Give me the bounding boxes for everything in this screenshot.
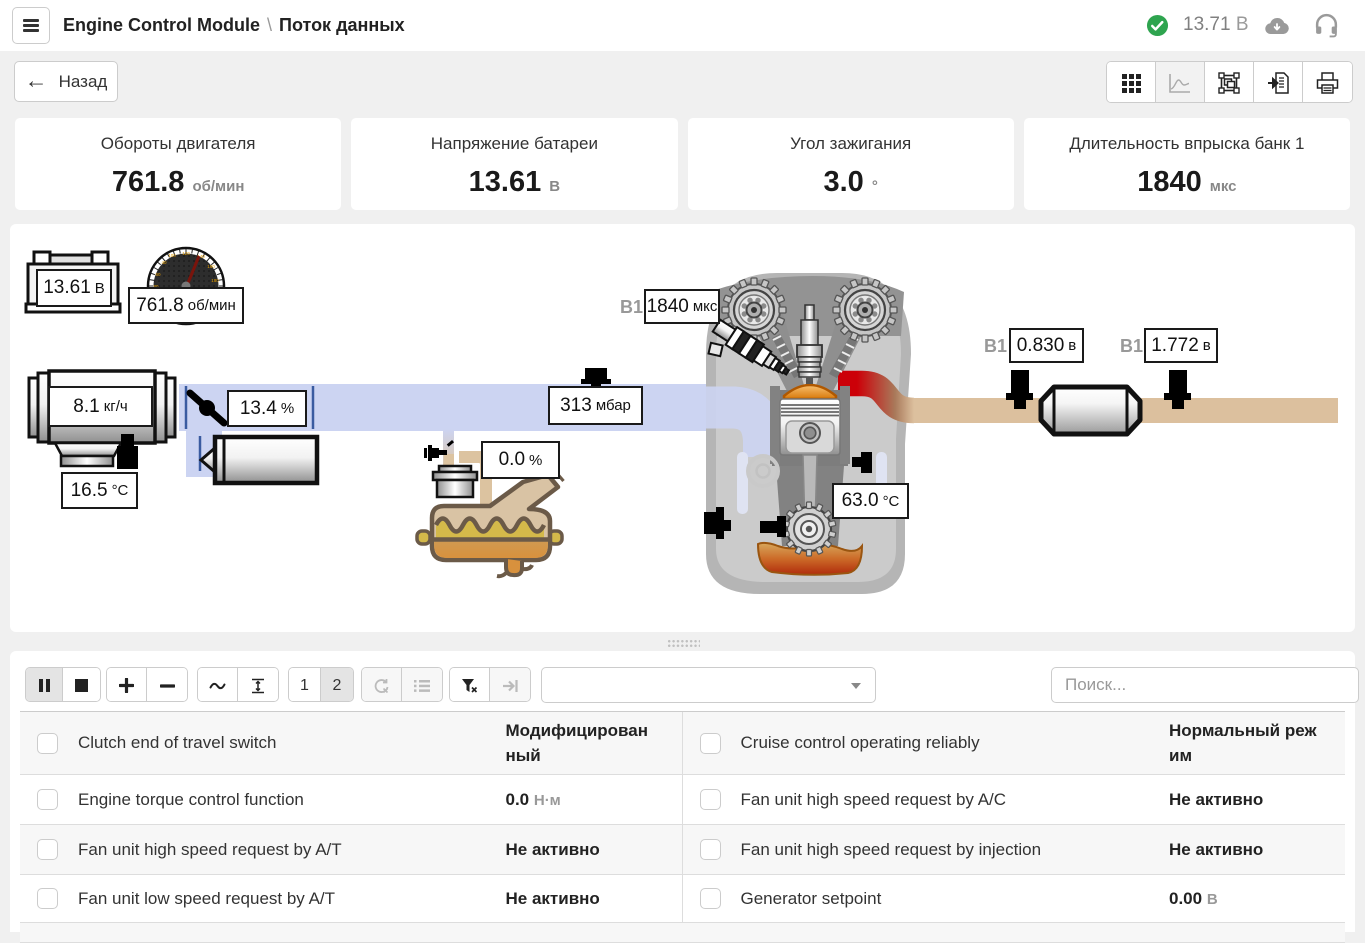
svg-text:40: 40 <box>161 260 167 265</box>
svg-text:100: 100 <box>168 253 176 258</box>
svg-text:60: 60 <box>155 272 161 277</box>
svg-text:160: 160 <box>207 264 215 269</box>
svg-text:180: 180 <box>211 278 219 283</box>
svg-text:120: 120 <box>182 251 190 256</box>
